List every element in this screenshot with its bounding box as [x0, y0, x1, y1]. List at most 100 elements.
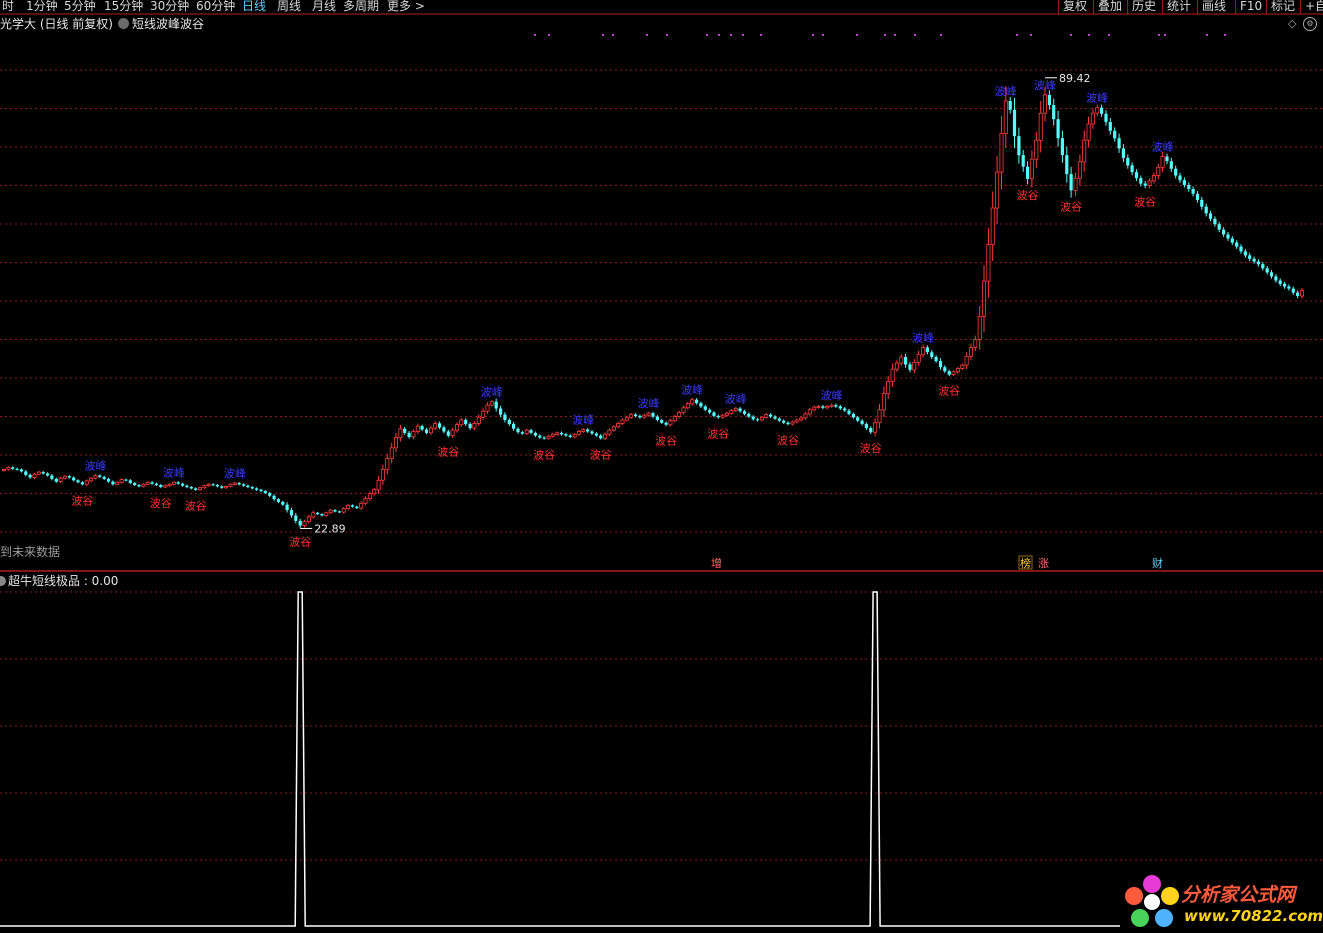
kline-chart[interactable]: 波谷波峰波谷波峰波谷波峰波谷波谷波峰波谷波峰波谷波峰波谷波峰波谷波峰波谷波峰波谷… — [0, 0, 1323, 933]
indicator-dot-icon — [0, 576, 6, 586]
candle-body — [794, 419, 799, 423]
candle-body — [729, 410, 734, 414]
signal-dot — [612, 34, 614, 36]
candle-body — [821, 406, 825, 408]
candle-body — [446, 431, 450, 436]
sub-indicator-title[interactable]: 超牛短线极品 : 0.00 — [0, 572, 118, 589]
candle-body — [733, 408, 738, 411]
candle-body — [720, 414, 725, 418]
candle-body — [847, 410, 851, 414]
signal-dot — [1224, 34, 1226, 36]
candle-body — [367, 493, 372, 499]
candle-body — [1252, 258, 1256, 262]
candle-body — [572, 433, 577, 438]
candle-body — [634, 414, 638, 416]
candle-body — [499, 408, 503, 415]
candle-body — [829, 404, 834, 407]
candle-body — [1169, 161, 1173, 169]
peak-label: 波峰 — [1152, 141, 1174, 154]
candle-body — [773, 416, 777, 419]
candle-body — [899, 356, 904, 364]
candle-body — [712, 412, 716, 416]
candle-body — [398, 428, 403, 438]
candle-body — [137, 485, 141, 487]
candle-body — [703, 406, 707, 410]
candle-body — [1213, 218, 1217, 225]
candle-body — [272, 495, 276, 500]
candle-body — [616, 422, 621, 428]
candle-body — [934, 357, 938, 362]
candle-body — [341, 508, 346, 513]
candle-body — [973, 338, 978, 348]
candle-body — [764, 414, 769, 418]
signal-dot — [914, 34, 916, 36]
trough-label: 波谷 — [289, 536, 311, 549]
candle-body — [197, 487, 202, 491]
candle-body — [1126, 157, 1130, 166]
candle-body — [420, 426, 424, 430]
watermark-line2: www.70822.com — [1184, 907, 1323, 925]
candle-body — [415, 425, 420, 432]
candle-body — [1160, 156, 1165, 168]
candle-body — [559, 432, 564, 435]
candle-body — [856, 417, 860, 421]
candle-body — [1248, 255, 1252, 259]
candle-body — [276, 499, 280, 502]
signal-dot — [706, 34, 708, 36]
candle-body — [1113, 130, 1117, 139]
candle-body — [960, 364, 965, 369]
candle-body — [990, 207, 995, 245]
candle-body — [677, 412, 682, 417]
peak-label: 波峰 — [224, 467, 246, 480]
candle-body — [607, 429, 612, 435]
candle-body — [1069, 174, 1073, 191]
candle-body — [306, 516, 311, 522]
candle-body — [189, 487, 193, 489]
peak-label: 波峰 — [638, 397, 660, 410]
trough-label: 波谷 — [938, 385, 960, 398]
candle-body — [1139, 178, 1143, 184]
candle-body — [393, 437, 398, 449]
peak-label: 波峰 — [912, 332, 934, 345]
candle-body — [1191, 189, 1195, 194]
candle-body — [1143, 183, 1147, 186]
candle-body — [1134, 172, 1139, 179]
low-value-label: 22.89 — [314, 522, 346, 535]
candle-body — [769, 414, 773, 417]
candle-body — [171, 481, 176, 485]
candle-body — [1300, 290, 1305, 297]
signal-dot — [602, 34, 604, 36]
candle-body — [951, 371, 956, 375]
candle-body — [1052, 105, 1056, 120]
candle-body — [32, 473, 37, 479]
candle-body — [550, 433, 555, 437]
signal-dot — [894, 34, 896, 36]
candle-body — [281, 501, 285, 505]
signal-dot — [1206, 34, 1208, 36]
candle-body — [1008, 101, 1012, 110]
candle-body — [542, 437, 546, 439]
candle-body — [921, 347, 926, 355]
candle-body — [624, 416, 629, 421]
candle-body — [1204, 206, 1208, 214]
candle-body — [289, 510, 294, 516]
candle-body — [489, 401, 494, 406]
candle-body — [93, 475, 98, 479]
peak-label: 波峰 — [85, 460, 107, 473]
candle-body — [759, 416, 764, 421]
candle-body — [472, 422, 477, 429]
peak-label: 波峰 — [725, 393, 747, 406]
candle-body — [777, 418, 781, 421]
candle-body — [316, 512, 320, 515]
candle-body — [407, 432, 411, 437]
candle-body — [851, 413, 855, 418]
candle-body — [206, 483, 211, 487]
candle-body — [337, 511, 341, 513]
candle-body — [389, 447, 394, 459]
signal-dot — [1164, 34, 1166, 36]
candle-body — [181, 483, 185, 486]
candle-body — [938, 361, 943, 368]
candle-body — [603, 433, 608, 439]
candle-body — [524, 429, 529, 434]
candle-body — [564, 434, 568, 436]
